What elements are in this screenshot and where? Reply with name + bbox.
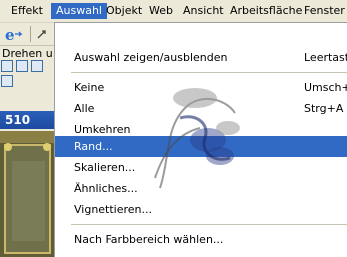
drehen-label: Drehen u	[2, 47, 53, 60]
menu-item-label: Alle	[74, 102, 95, 115]
menu-item-toggle-selection[interactable]: Auswahl zeigen/ausblenden Leertaste	[55, 47, 347, 68]
menu-bar: Effekt Auswahl Objekt Web Ansicht Arbeit…	[0, 0, 347, 23]
menu-item-farbbereich[interactable]: Nach Farbbereich wählen...	[55, 229, 347, 250]
flip-icon[interactable]	[31, 60, 43, 72]
menu-item-aehnliches[interactable]: Ähnliches...	[55, 178, 347, 199]
menu-ansicht[interactable]: Ansicht	[178, 3, 229, 19]
auswahl-dropdown-menu: Auswahl zeigen/ausblenden Leertaste Kein…	[54, 22, 347, 257]
menu-item-shortcut: Umsch+G	[304, 81, 347, 94]
arrow-icon[interactable]	[36, 28, 48, 40]
menu-item-vignettieren[interactable]: Vignettieren...	[55, 199, 347, 220]
menu-arbeitsflaeche[interactable]: Arbeitsfläche	[225, 3, 307, 19]
menu-item-label: Skalieren...	[74, 161, 136, 174]
menu-item-label: Nach Farbbereich wählen...	[74, 233, 224, 246]
rotate-left-icon[interactable]	[1, 60, 13, 72]
image-canvas[interactable]	[0, 131, 55, 257]
menu-item-label: Keine	[74, 81, 105, 94]
menu-item-keine[interactable]: Keine Umsch+G	[55, 77, 347, 98]
menu-item-alle[interactable]: Alle Strg+A	[55, 98, 347, 119]
menu-item-shortcut: Strg+A	[304, 102, 344, 115]
menu-objekt[interactable]: Objekt	[101, 3, 147, 19]
svg-text:e: e	[5, 26, 15, 43]
main-toolbar: e	[0, 23, 55, 46]
document-title: 510	[5, 113, 31, 127]
transform-icons	[1, 60, 55, 87]
menu-separator	[71, 224, 347, 225]
toolbar-separator	[30, 26, 31, 42]
menu-item-label: Ähnliches...	[74, 182, 138, 195]
menu-effekt[interactable]: Effekt	[6, 3, 48, 19]
menu-item-label: Vignettieren...	[74, 203, 153, 216]
menu-item-label: Auswahl zeigen/ausblenden	[74, 51, 228, 64]
ie-icon[interactable]: e	[3, 26, 25, 43]
rotate-right-icon[interactable]	[16, 60, 28, 72]
flip-vertical-icon[interactable]	[1, 75, 13, 87]
menu-item-shortcut: Leertaste	[304, 51, 347, 64]
menu-separator	[71, 72, 347, 73]
menu-fenster[interactable]: Fenster	[299, 3, 347, 19]
canvas-image	[0, 131, 55, 257]
menu-item-label: Rand...	[74, 140, 113, 153]
menu-item-rand[interactable]: Rand...	[55, 136, 347, 157]
menu-auswahl[interactable]: Auswahl	[51, 3, 107, 19]
menu-web[interactable]: Web	[144, 3, 178, 19]
menu-item-skalieren[interactable]: Skalieren...	[55, 157, 347, 178]
